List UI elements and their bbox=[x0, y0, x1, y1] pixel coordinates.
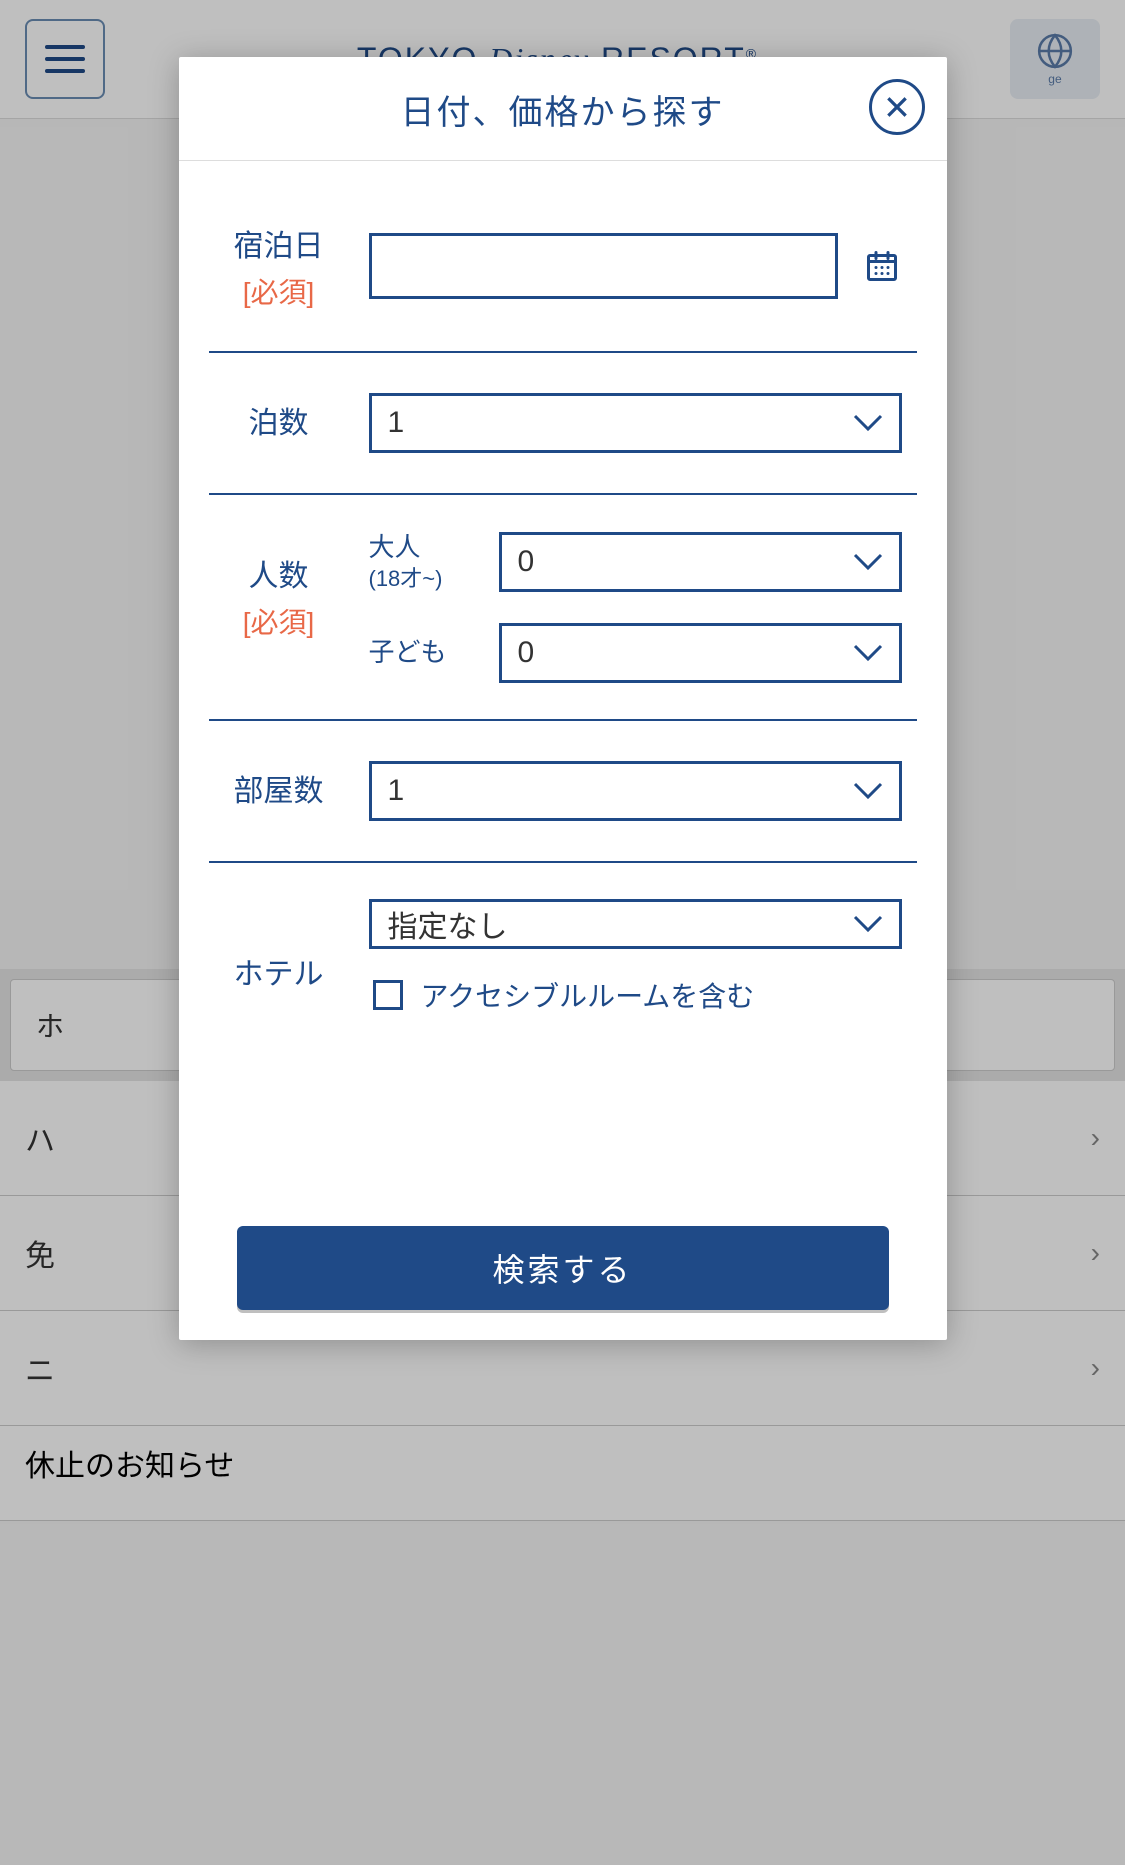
date-label: 宿泊日 bbox=[209, 221, 349, 265]
people-label: 人数 bbox=[209, 551, 349, 595]
child-value: 0 bbox=[518, 636, 535, 670]
chevron-down-icon bbox=[853, 553, 883, 571]
chevron-down-icon bbox=[853, 782, 883, 800]
date-input[interactable] bbox=[369, 233, 838, 299]
adult-select[interactable]: 0 bbox=[499, 532, 902, 592]
adult-value: 0 bbox=[518, 545, 535, 579]
date-row: 宿泊日 [必須] bbox=[209, 161, 917, 353]
required-badge: [必須] bbox=[209, 271, 349, 311]
calendar-icon bbox=[864, 248, 900, 284]
chevron-down-icon bbox=[853, 915, 883, 933]
adult-label: 大人 (18才~) bbox=[369, 531, 479, 593]
nights-row: 泊数 1 bbox=[209, 353, 917, 495]
hotel-value: 指定なし bbox=[388, 902, 508, 946]
nights-value: 1 bbox=[388, 406, 405, 440]
close-icon bbox=[884, 94, 910, 120]
rooms-select[interactable]: 1 bbox=[369, 761, 902, 821]
search-modal: 日付、価格から探す 宿泊日 [必須] bbox=[179, 57, 947, 1340]
child-select[interactable]: 0 bbox=[499, 623, 902, 683]
rooms-value: 1 bbox=[388, 774, 405, 808]
required-badge: [必須] bbox=[209, 601, 349, 641]
hotel-label: ホテル bbox=[209, 949, 349, 993]
modal-header: 日付、価格から探す bbox=[179, 57, 947, 161]
nights-label: 泊数 bbox=[209, 398, 349, 442]
modal-footer: 検索する bbox=[179, 1204, 947, 1340]
child-label: 子ども bbox=[369, 636, 479, 670]
chevron-down-icon bbox=[853, 414, 883, 432]
search-button[interactable]: 検索する bbox=[237, 1226, 889, 1310]
calendar-button[interactable] bbox=[862, 248, 902, 284]
accessible-checkbox-row[interactable]: アクセシブルルームを含む bbox=[369, 975, 902, 1015]
nights-select[interactable]: 1 bbox=[369, 393, 902, 453]
close-button[interactable] bbox=[869, 79, 925, 135]
checkbox-icon bbox=[373, 980, 403, 1010]
hotel-row: ホテル 指定なし アクセシブルルームを含む bbox=[209, 863, 917, 1051]
modal-overlay: 日付、価格から探す 宿泊日 [必須] bbox=[0, 0, 1125, 1865]
modal-body: 宿泊日 [必須] 泊数 1 bbox=[179, 161, 947, 1204]
people-row: 人数 [必須] 大人 (18才~) 0 bbox=[209, 495, 917, 721]
accessible-label: アクセシブルルームを含む bbox=[421, 975, 755, 1015]
rooms-row: 部屋数 1 bbox=[209, 721, 917, 863]
hotel-select[interactable]: 指定なし bbox=[369, 899, 902, 949]
chevron-down-icon bbox=[853, 644, 883, 662]
rooms-label: 部屋数 bbox=[209, 766, 349, 810]
modal-title: 日付、価格から探す bbox=[401, 85, 725, 134]
